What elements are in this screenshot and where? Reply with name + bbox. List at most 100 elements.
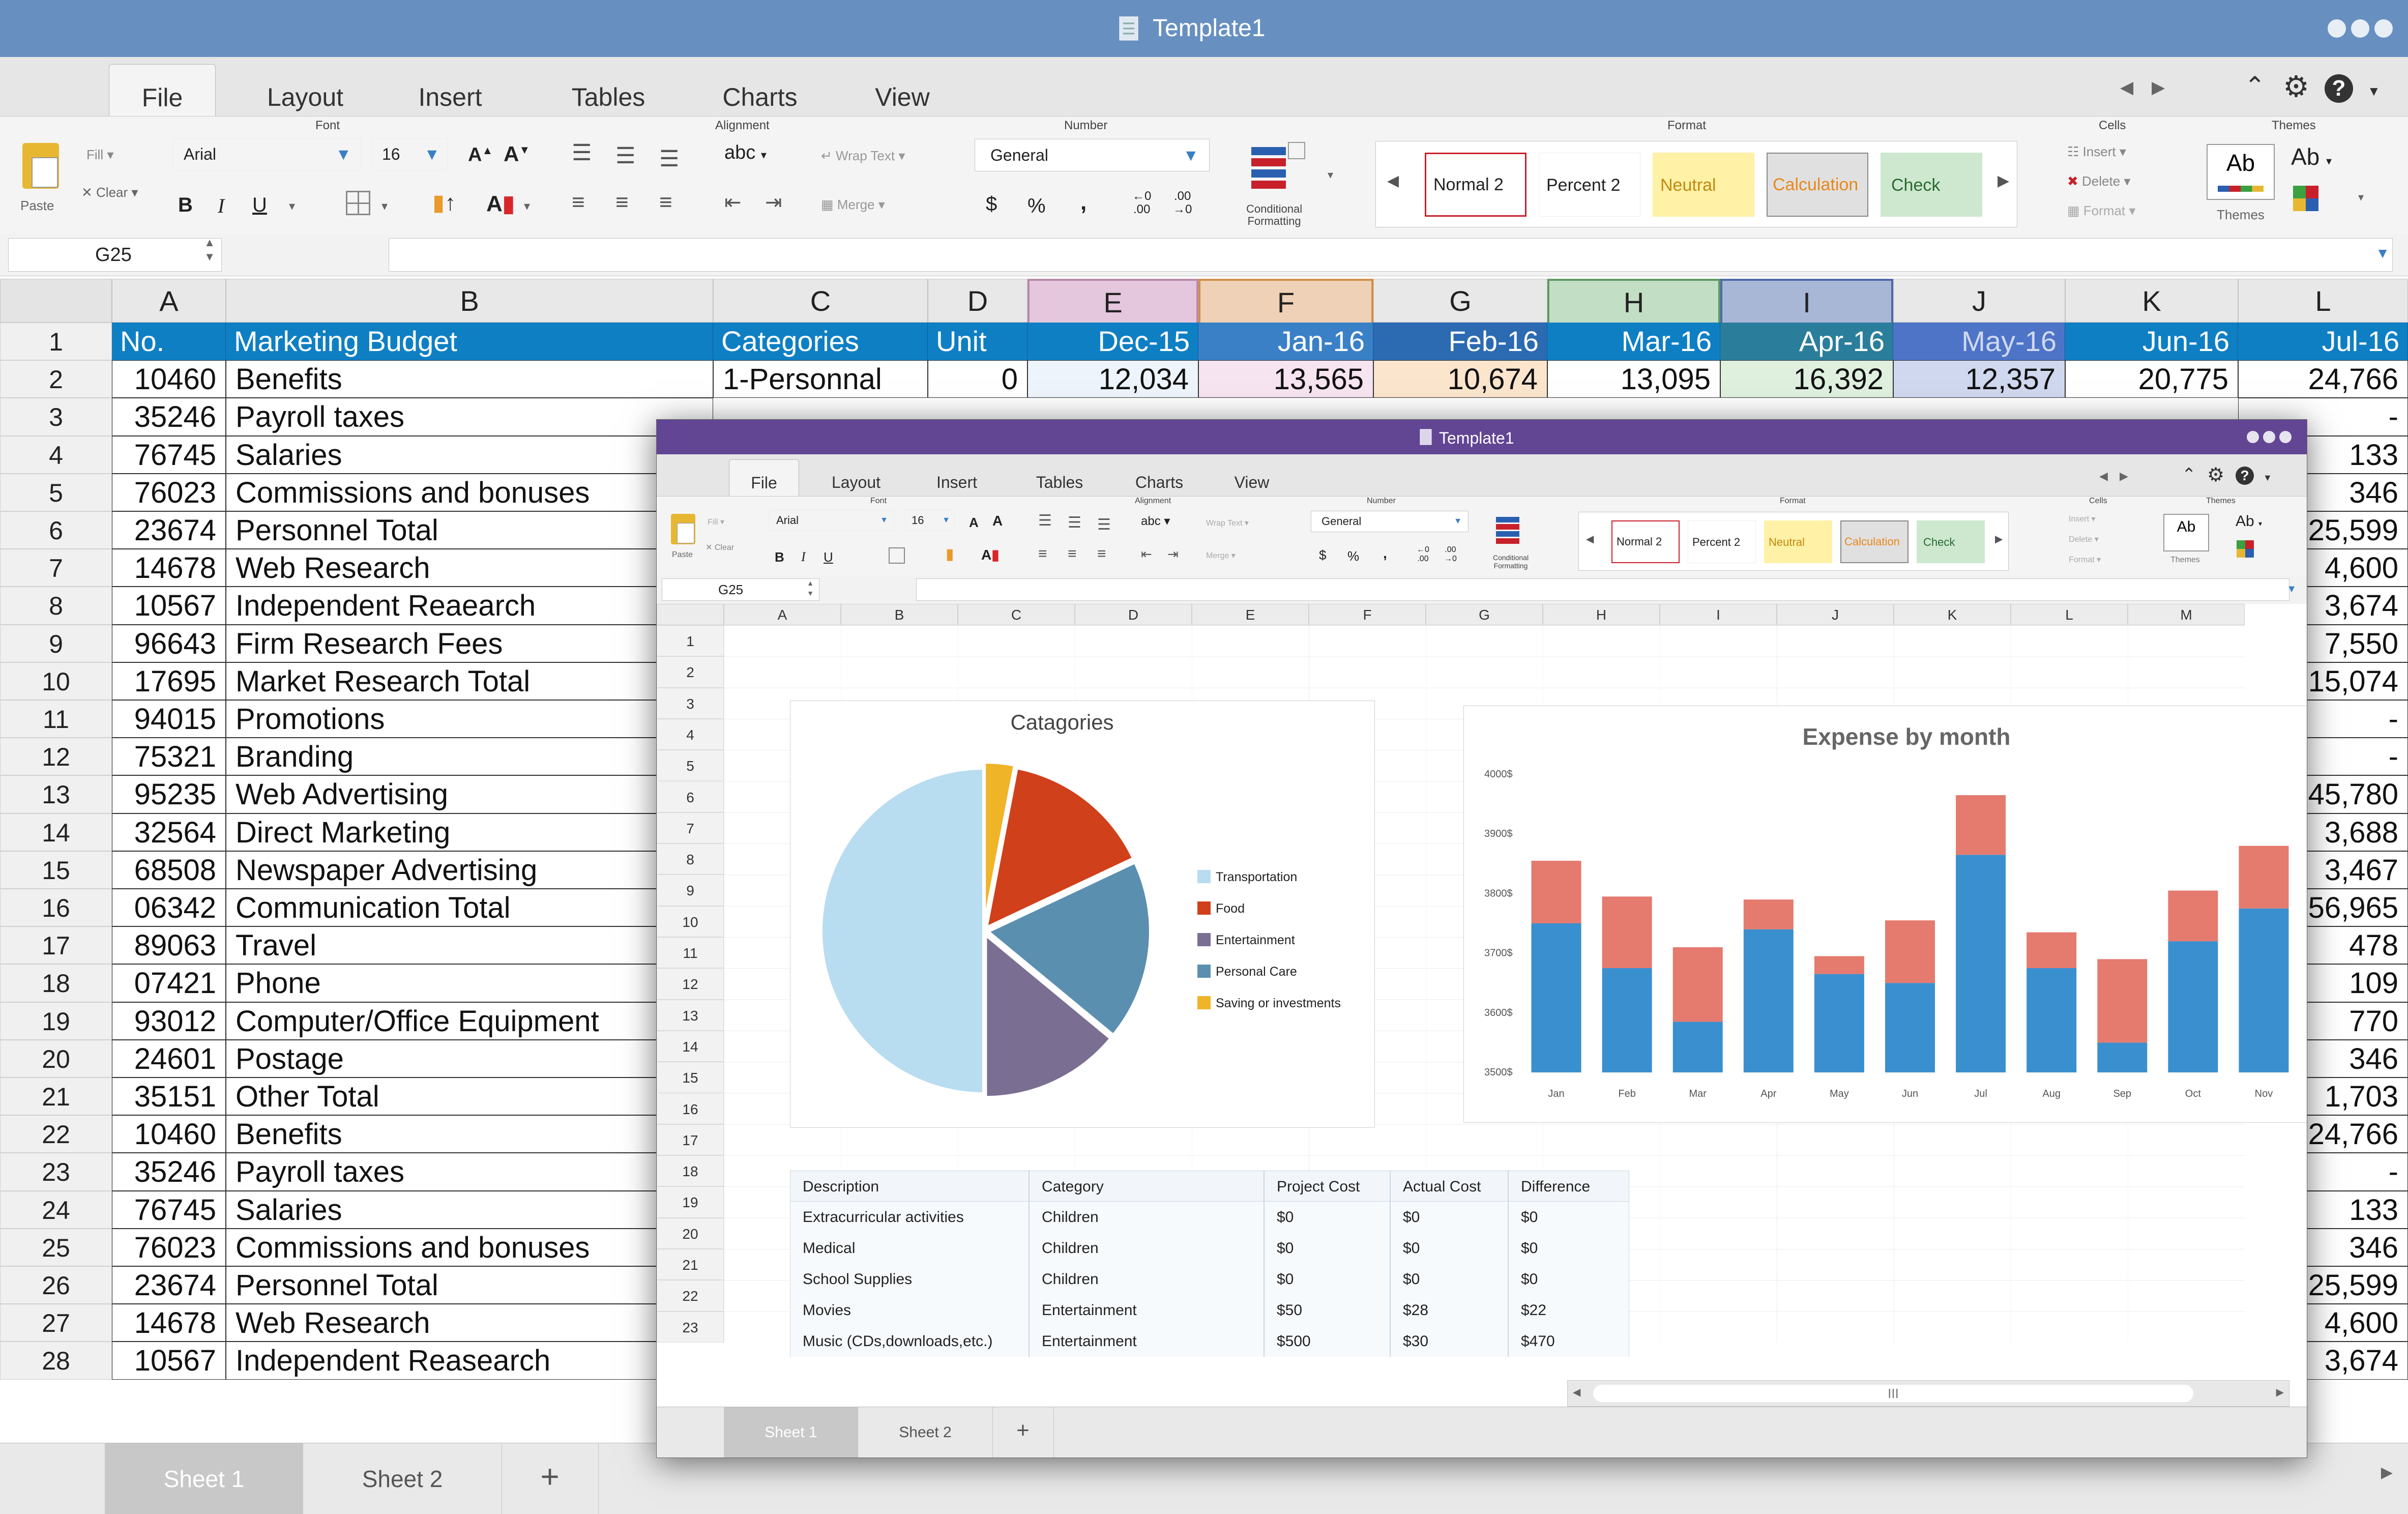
inner-column-header[interactable]: I: [1660, 604, 1777, 625]
help-dropdown-icon[interactable]: ▼: [2367, 83, 2381, 99]
inner-themes-icon[interactable]: Ab: [2163, 514, 2209, 551]
inner-row-header[interactable]: 2: [657, 656, 724, 688]
inner-delete-cells-button[interactable]: Delete ▾: [2069, 534, 2099, 544]
header-cell[interactable]: Jan-16: [1198, 323, 1373, 361]
data-cell[interactable]: 10567: [112, 1342, 226, 1380]
inner-italic-icon[interactable]: I: [801, 549, 806, 565]
inner-row-header[interactable]: 5: [657, 750, 724, 781]
row-header[interactable]: 4: [0, 435, 112, 474]
inner-wrap-text-button[interactable]: Wrap Text ▾: [1206, 518, 1249, 528]
style-normal-2[interactable]: Normal 2: [1425, 153, 1526, 217]
data-cell[interactable]: 07421: [112, 964, 226, 1002]
data-cell[interactable]: Web Research: [226, 549, 713, 587]
data-cell[interactable]: Newspaper Advertising: [226, 851, 713, 889]
inner-row-header[interactable]: 8: [657, 843, 724, 875]
decrease-indent-icon[interactable]: ⇤: [724, 191, 742, 214]
data-cell[interactable]: 89063: [112, 926, 226, 965]
inner-theme-colors-icon[interactable]: [2237, 540, 2254, 558]
inner-row-header[interactable]: 1: [657, 625, 724, 657]
currency-icon[interactable]: $: [986, 193, 997, 216]
inner-row-header[interactable]: 18: [657, 1155, 724, 1187]
align-top-icon[interactable]: ☰: [572, 140, 592, 166]
data-cell[interactable]: 12,034: [1027, 360, 1198, 398]
inner-column-header[interactable]: J: [1777, 604, 1894, 625]
inner-gallery-next-icon[interactable]: ▶: [1995, 533, 2003, 545]
inner-conditional-formatting-label[interactable]: Conditional Formatting: [1493, 554, 1529, 570]
font-size-select[interactable]: 16 ▼: [371, 138, 448, 170]
row-header[interactable]: 20: [0, 1039, 112, 1078]
table-cell[interactable]: Children: [1029, 1202, 1264, 1233]
data-cell[interactable]: Promotions: [226, 700, 713, 738]
data-cell[interactable]: Payroll taxes: [226, 1153, 713, 1191]
header-cell[interactable]: Categories: [713, 323, 928, 361]
formula-expand-icon[interactable]: ▼: [2375, 245, 2390, 261]
decrease-decimal-icon[interactable]: .00 →0: [1173, 190, 1192, 216]
inner-name-box[interactable]: G25 ▲ ▼: [662, 578, 819, 601]
row-header[interactable]: 24: [0, 1190, 112, 1229]
row-header[interactable]: 5: [0, 473, 112, 511]
table-cell[interactable]: Movies: [790, 1295, 1029, 1326]
data-cell[interactable]: Postage: [226, 1039, 713, 1078]
inner-style-normal-2[interactable]: Normal 2: [1611, 520, 1680, 563]
formula-input[interactable]: [389, 238, 2393, 272]
hscroll-thumb[interactable]: III: [1593, 1385, 2193, 1402]
inner-column-header[interactable]: E: [1192, 604, 1309, 625]
inner-scroll-left-icon[interactable]: ◀: [2099, 470, 2108, 483]
data-cell[interactable]: 76023: [112, 473, 226, 511]
themes-icon[interactable]: Ab: [2207, 144, 2275, 200]
table-cell[interactable]: $500: [1264, 1326, 1390, 1357]
gear-icon[interactable]: ⚙: [2283, 69, 2309, 104]
inner-font-family-select[interactable]: Arial ▼: [769, 510, 895, 531]
inner-style-neutral[interactable]: Neutral: [1764, 520, 1832, 563]
table-cell[interactable]: Entertainment: [1029, 1326, 1264, 1357]
column-header[interactable]: I: [1720, 279, 1893, 323]
corner-header[interactable]: [0, 279, 112, 323]
row-header[interactable]: 6: [0, 511, 112, 549]
data-cell[interactable]: 75321: [112, 738, 226, 776]
row-header[interactable]: 23: [0, 1153, 112, 1191]
inner-align-center-icon[interactable]: ≡: [1068, 545, 1077, 563]
table-cell[interactable]: $0: [1264, 1233, 1390, 1264]
row-header[interactable]: 21: [0, 1078, 112, 1116]
column-header[interactable]: A: [112, 279, 226, 323]
align-center-icon[interactable]: ≡: [615, 190, 629, 215]
help-icon[interactable]: ?: [2325, 74, 2353, 103]
inner-borders-icon[interactable]: [889, 547, 905, 564]
add-sheet-button[interactable]: +: [502, 1443, 599, 1514]
inner-row-header[interactable]: 6: [657, 781, 724, 812]
inner-row-header[interactable]: 20: [657, 1217, 724, 1249]
inner-sheet-tab-1[interactable]: Sheet 1: [724, 1407, 858, 1458]
borders-icon[interactable]: [346, 191, 370, 215]
table-cell[interactable]: $30: [1390, 1326, 1508, 1357]
table-cell[interactable]: Music (CDs,downloads,etc.): [790, 1326, 1029, 1357]
row-header[interactable]: 22: [0, 1115, 112, 1153]
data-cell[interactable]: 16,392: [1720, 360, 1893, 398]
inner-row-header[interactable]: 9: [657, 875, 724, 906]
inner-column-header[interactable]: F: [1309, 604, 1426, 625]
inner-paste-label[interactable]: Paste: [672, 550, 693, 560]
header-cell[interactable]: No.: [112, 323, 226, 361]
inner-increase-decimal-icon[interactable]: ←0.00: [1417, 545, 1429, 564]
data-cell[interactable]: 24601: [112, 1039, 226, 1078]
data-cell[interactable]: Market Research Total: [226, 662, 713, 700]
gallery-next-icon[interactable]: ▶: [1998, 172, 2009, 190]
inner-currency-icon[interactable]: $: [1319, 547, 1326, 563]
inner-themes-label[interactable]: Themes: [2170, 556, 2200, 565]
clear-button[interactable]: ✕ Clear ▾: [81, 185, 138, 200]
column-header[interactable]: C: [713, 279, 928, 323]
row-header[interactable]: 3: [0, 398, 112, 436]
data-cell[interactable]: 20,775: [2065, 360, 2238, 398]
row-header[interactable]: 1: [0, 323, 112, 361]
inner-comma-icon[interactable]: ,: [1383, 545, 1387, 562]
tab-file[interactable]: File: [109, 64, 216, 117]
data-cell[interactable]: Payroll taxes: [226, 398, 713, 436]
inner-decrease-decimal-icon[interactable]: .00 →0: [1444, 545, 1457, 564]
data-cell[interactable]: 94015: [112, 700, 226, 738]
data-cell[interactable]: Salaries: [226, 1190, 713, 1229]
data-cell[interactable]: Salaries: [226, 435, 713, 474]
inner-align-left-icon[interactable]: ≡: [1038, 545, 1047, 563]
inner-align-right-icon[interactable]: ≡: [1097, 545, 1106, 563]
underline-dropdown-icon[interactable]: ▾: [289, 199, 295, 214]
header-cell[interactable]: Feb-16: [1373, 323, 1547, 361]
delete-cells-button[interactable]: ✖ Delete ▾: [2067, 173, 2130, 189]
